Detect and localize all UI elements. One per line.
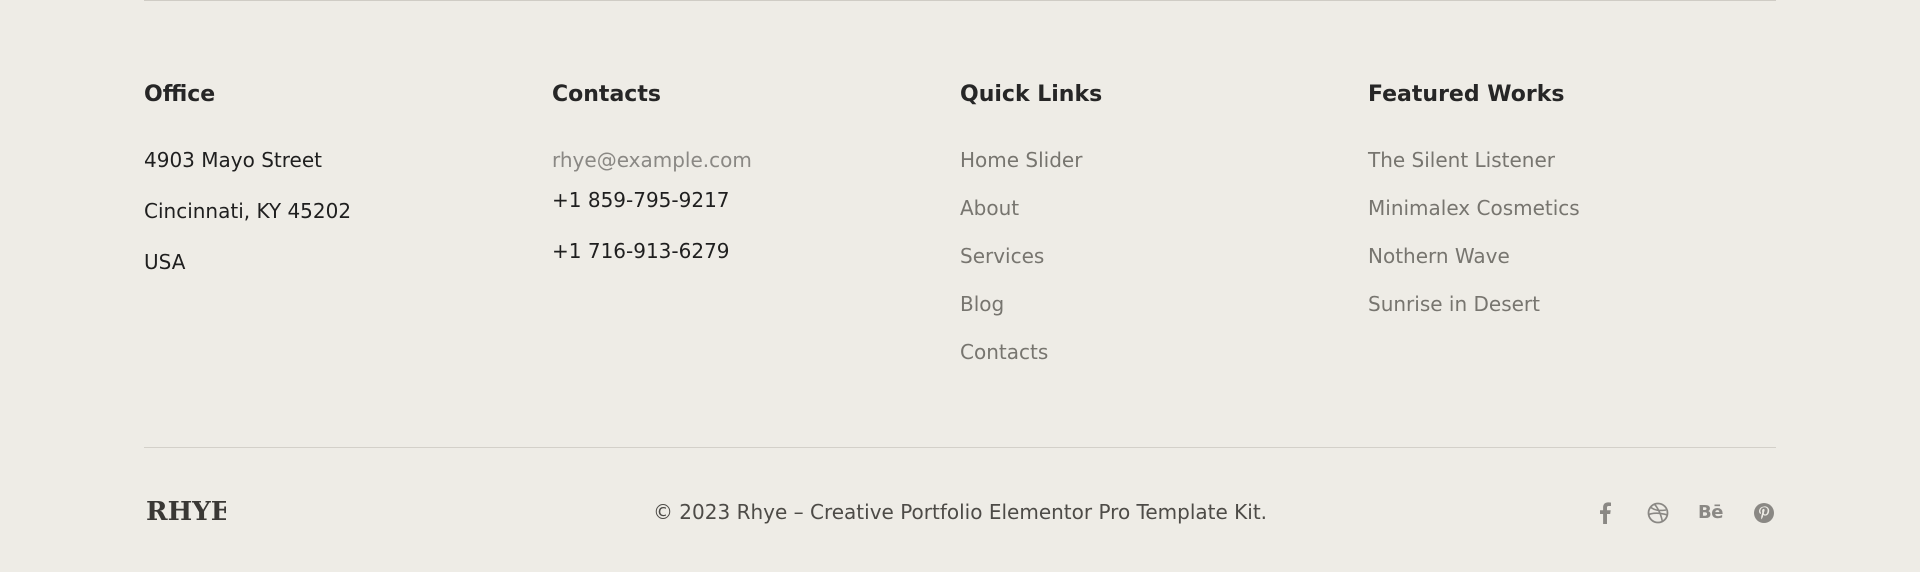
featured-work-link[interactable]: Nothern Wave [1368,244,1776,268]
site-footer: Office 4903 Mayo Street Cincinnati, KY 4… [0,0,1920,572]
contacts-heading: Contacts [552,82,661,107]
quick-link-about[interactable]: About [960,196,1368,220]
facebook-icon[interactable] [1592,500,1617,525]
office-address-line: 4903 Mayo Street [144,148,322,172]
quick-link-contacts[interactable]: Contacts [960,340,1368,364]
top-divider [144,0,1776,1]
quick-link-blog[interactable]: Blog [960,292,1368,316]
quick-link-home-slider[interactable]: Home Slider [960,148,1368,172]
behance-label: Bē [1698,502,1723,523]
social-links: Bē [1592,500,1776,525]
featured-works-column: Featured Works The Silent Listener Minim… [1368,80,1776,388]
office-heading: Office [144,82,216,107]
office-address-line: Cincinnati, KY 45202 [144,199,352,223]
office-address-line: USA [144,250,186,274]
featured-work-link[interactable]: Minimalex Cosmetics [1368,196,1776,220]
contact-email-link[interactable]: rhye@example.com [552,148,960,172]
quick-links-column: Quick Links Home Slider About Services B… [960,80,1368,388]
quick-link-services[interactable]: Services [960,244,1368,268]
contacts-column: Contacts rhye@example.com +1 859-795-921… [552,80,960,388]
office-column: Office 4903 Mayo Street Cincinnati, KY 4… [144,80,552,388]
contact-phone[interactable]: +1 716-913-6279 [552,239,960,263]
behance-icon[interactable]: Bē [1698,500,1723,525]
quick-links-heading: Quick Links [960,82,1103,107]
featured-work-link[interactable]: The Silent Listener [1368,148,1776,172]
bottom-divider [144,447,1776,448]
pinterest-icon[interactable] [1751,500,1776,525]
featured-works-heading: Featured Works [1368,82,1565,107]
dribbble-icon[interactable] [1645,500,1670,525]
contact-phone[interactable]: +1 859-795-9217 [552,188,960,212]
footer-columns: Office 4903 Mayo Street Cincinnati, KY 4… [144,80,1776,388]
featured-work-link[interactable]: Sunrise in Desert [1368,292,1776,316]
